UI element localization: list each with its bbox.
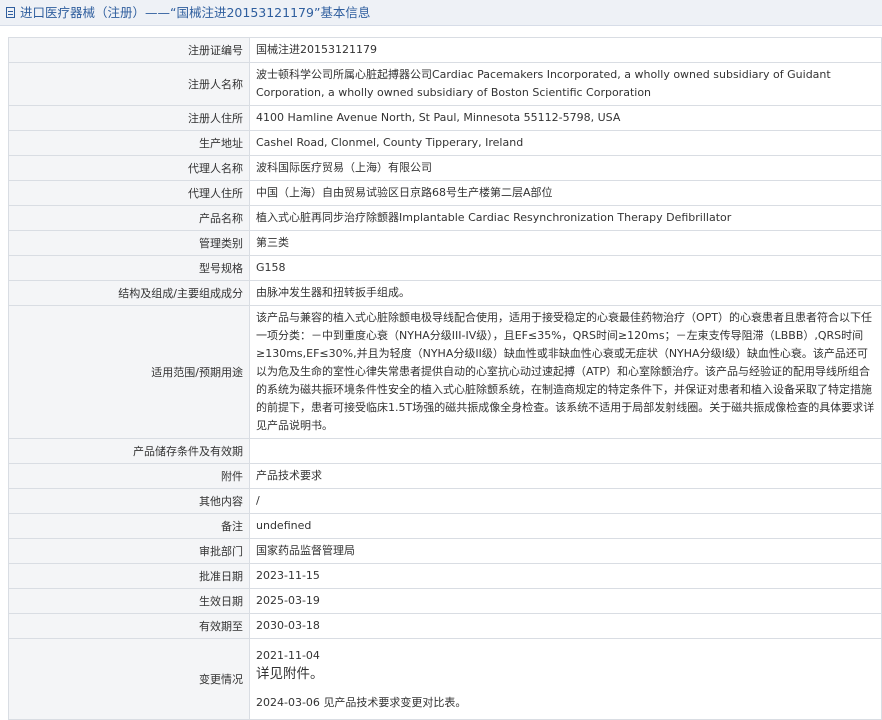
table-row: 变更情况 2021-11-04 详见附件。 2024-03-06 见产品技术要求… xyxy=(8,638,882,720)
table-row: 注册人住所 4100 Hamline Avenue North, St Paul… xyxy=(8,105,882,131)
row-label: 审批部门 xyxy=(8,538,250,564)
row-label: 其他内容 xyxy=(8,488,250,514)
row-label: 管理类别 xyxy=(8,230,250,256)
row-label: 注册人住所 xyxy=(8,105,250,131)
table-row: 备注 undefined xyxy=(8,513,882,539)
row-label: 注册证编号 xyxy=(8,37,250,63)
change-detail: 详见附件。 xyxy=(256,666,324,682)
row-value xyxy=(249,438,882,464)
row-label: 变更情况 xyxy=(8,638,250,720)
row-value: 该产品与兼容的植入式心脏除颤电极导线配合使用，适用于接受稳定的心衰最佳药物治疗（… xyxy=(249,305,882,439)
table-row: 注册证编号 国械注进20153121179 xyxy=(8,37,882,63)
change-date: 2021-11-04 xyxy=(256,649,320,662)
change-detail: 见产品技术要求变更对比表。 xyxy=(323,696,467,709)
row-value: 波士顿科学公司所属心脏起搏器公司Cardiac Pacemakers Incor… xyxy=(249,62,882,106)
page-header: 进口医疗器械（注册）——“国械注进20153121179”基本信息 xyxy=(0,0,882,26)
row-label: 产品名称 xyxy=(8,205,250,231)
row-value: 2023-11-15 xyxy=(249,563,882,589)
row-value: 2030-03-18 xyxy=(249,613,882,639)
row-value: G158 xyxy=(249,255,882,281)
row-value: 国家药品监督管理局 xyxy=(249,538,882,564)
table-row: 产品储存条件及有效期 xyxy=(8,438,882,464)
table-row: 结构及组成/主要组成成分 由脉冲发生器和扭转扳手组成。 xyxy=(8,280,882,306)
table-row: 有效期至 2030-03-18 xyxy=(8,613,882,639)
table-row: 注册人名称 波士顿科学公司所属心脏起搏器公司Cardiac Pacemakers… xyxy=(8,62,882,106)
row-value: 植入式心脏再同步治疗除颤器Implantable Cardiac Resynch… xyxy=(249,205,882,231)
table-row: 产品名称 植入式心脏再同步治疗除颤器Implantable Cardiac Re… xyxy=(8,205,882,231)
table-row: 生效日期 2025-03-19 xyxy=(8,588,882,614)
table-row: 代理人住所 中国（上海）自由贸易试验区日京路68号生产楼第二层A部位 xyxy=(8,180,882,206)
document-icon xyxy=(6,7,15,18)
row-value: 中国（上海）自由贸易试验区日京路68号生产楼第二层A部位 xyxy=(249,180,882,206)
table-row: 批准日期 2023-11-15 xyxy=(8,563,882,589)
row-label: 有效期至 xyxy=(8,613,250,639)
table-row: 管理类别 第三类 xyxy=(8,230,882,256)
row-value: 国械注进20153121179 xyxy=(249,37,882,63)
table-row: 型号规格 G158 xyxy=(8,255,882,281)
row-value: 产品技术要求 xyxy=(249,463,882,489)
table-row: 附件 产品技术要求 xyxy=(8,463,882,489)
row-label: 适用范围/预期用途 xyxy=(8,305,250,439)
row-value: Cashel Road, Clonmel, County Tipperary, … xyxy=(249,130,882,156)
change-history: 2021-11-04 详见附件。 2024-03-06 见产品技术要求变更对比表… xyxy=(249,638,882,720)
row-value: / xyxy=(249,488,882,514)
row-value: 2025-03-19 xyxy=(249,588,882,614)
row-value: 波科国际医疗贸易（上海）有限公司 xyxy=(249,155,882,181)
row-label: 批准日期 xyxy=(8,563,250,589)
row-label: 备注 xyxy=(8,513,250,539)
row-value: 由脉冲发生器和扭转扳手组成。 xyxy=(249,280,882,306)
row-value: 4100 Hamline Avenue North, St Paul, Minn… xyxy=(249,105,882,131)
table-row: 生产地址 Cashel Road, Clonmel, County Tipper… xyxy=(8,130,882,156)
row-value: 第三类 xyxy=(249,230,882,256)
change-entry-line: 2024-03-06 见产品技术要求变更对比表。 xyxy=(256,694,875,711)
table-row: 其他内容 / xyxy=(8,488,882,514)
row-label: 代理人名称 xyxy=(8,155,250,181)
row-label: 代理人住所 xyxy=(8,180,250,206)
row-label: 附件 xyxy=(8,463,250,489)
registration-info-table: 注册证编号 国械注进20153121179 注册人名称 波士顿科学公司所属心脏起… xyxy=(8,37,882,720)
table-row: 审批部门 国家药品监督管理局 xyxy=(8,538,882,564)
row-value: undefined xyxy=(249,513,882,539)
row-label: 产品储存条件及有效期 xyxy=(8,438,250,464)
row-label: 生效日期 xyxy=(8,588,250,614)
row-label: 注册人名称 xyxy=(8,62,250,106)
table-row: 代理人名称 波科国际医疗贸易（上海）有限公司 xyxy=(8,155,882,181)
table-row: 适用范围/预期用途 该产品与兼容的植入式心脏除颤电极导线配合使用，适用于接受稳定… xyxy=(8,305,882,439)
page-title: 进口医疗器械（注册）——“国械注进20153121179”基本信息 xyxy=(19,5,371,20)
row-label: 型号规格 xyxy=(8,255,250,281)
row-label: 生产地址 xyxy=(8,130,250,156)
change-date: 2024-03-06 xyxy=(256,696,320,709)
row-label: 结构及组成/主要组成成分 xyxy=(8,280,250,306)
